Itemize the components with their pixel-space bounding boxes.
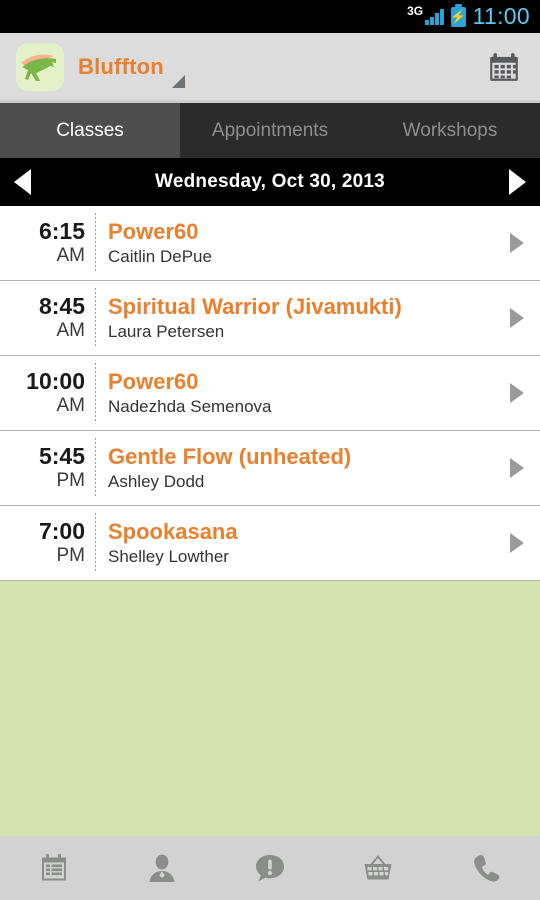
- alert-bubble-icon: [256, 855, 284, 882]
- tab-appointments-label: Appointments: [211, 119, 329, 141]
- class-time: 8:45 AM: [0, 281, 95, 355]
- class-name: Spookasana: [108, 519, 238, 545]
- bottom-navigation-bar: [0, 836, 540, 900]
- tab-classes-label: Classes: [56, 119, 124, 141]
- brand-name[interactable]: Bluffton: [78, 54, 164, 80]
- class-info: Gentle Flow (unheated) Ashley Dodd: [96, 431, 494, 505]
- tab-classes[interactable]: Classes: [0, 103, 180, 158]
- class-time-value: 6:15: [38, 218, 85, 245]
- chevron-right-icon[interactable]: [494, 431, 540, 505]
- chevron-right-icon[interactable]: [494, 506, 540, 580]
- class-info: Spookasana Shelley Lowther: [96, 506, 494, 580]
- class-instructor: Ashley Dodd: [108, 471, 205, 491]
- nav-profile-button[interactable]: [108, 852, 216, 884]
- class-instructor: Laura Petersen: [108, 321, 225, 341]
- class-time: 10:00 AM: [0, 356, 95, 430]
- app-root: 3G ⚡ 11:00 Bluffton Classes Appointments…: [0, 0, 540, 900]
- class-time-meridiem: PM: [56, 544, 86, 566]
- class-time-meridiem: AM: [56, 319, 86, 341]
- nav-alerts-button[interactable]: [216, 852, 324, 884]
- tab-workshops[interactable]: Workshops: [360, 103, 540, 158]
- class-time: 6:15 AM: [0, 206, 95, 280]
- tab-bar: Classes Appointments Workshops: [0, 103, 540, 158]
- previous-day-arrow-icon[interactable]: [14, 169, 31, 195]
- profile-person-icon: [149, 854, 175, 882]
- class-list-item[interactable]: 6:15 AM Power60 Caitlin DePue: [0, 206, 540, 281]
- signal-bars-icon: [425, 8, 444, 25]
- tab-workshops-label: Workshops: [402, 119, 498, 141]
- schedule-icon: [42, 854, 66, 881]
- class-info: Power60 Caitlin DePue: [96, 206, 494, 280]
- class-time-meridiem: AM: [56, 244, 86, 266]
- class-info: Power60 Nadezhda Semenova: [96, 356, 494, 430]
- class-instructor: Caitlin DePue: [108, 246, 212, 266]
- nav-shop-button[interactable]: [324, 852, 432, 884]
- class-name: Spiritual Warrior (Jivamukti): [108, 294, 402, 320]
- class-info: Spiritual Warrior (Jivamukti) Laura Pete…: [96, 281, 494, 355]
- current-date-label: Wednesday, Oct 30, 2013: [155, 171, 385, 192]
- chevron-right-icon[interactable]: [494, 206, 540, 280]
- calendar-button[interactable]: [482, 45, 526, 89]
- class-time-value: 8:45: [38, 293, 85, 320]
- class-name: Power60: [108, 219, 199, 245]
- network-type-label: 3G: [407, 4, 424, 18]
- class-list[interactable]: 6:15 AM Power60 Caitlin DePue 8:45 AM Sp…: [0, 206, 540, 836]
- date-navigation-bar: Wednesday, Oct 30, 2013: [0, 158, 540, 206]
- app-header: Bluffton: [0, 33, 540, 103]
- class-time: 7:00 PM: [0, 506, 95, 580]
- class-name: Power60: [108, 369, 199, 395]
- class-time-meridiem: AM: [56, 394, 86, 416]
- tab-appointments[interactable]: Appointments: [180, 103, 360, 158]
- class-time-value: 5:45: [38, 443, 85, 470]
- class-time-meridiem: PM: [56, 469, 86, 491]
- phone-icon: [474, 854, 500, 882]
- class-time-value: 10:00: [26, 368, 85, 395]
- shopping-basket-icon: [364, 855, 392, 880]
- nav-call-button[interactable]: [432, 852, 540, 884]
- chevron-right-icon[interactable]: [494, 281, 540, 355]
- chevron-right-icon[interactable]: [494, 356, 540, 430]
- class-time-value: 7:00: [38, 518, 85, 545]
- battery-charging-icon: ⚡: [450, 3, 466, 27]
- dropdown-caret-icon[interactable]: [171, 75, 185, 88]
- class-list-item[interactable]: 10:00 AM Power60 Nadezhda Semenova: [0, 356, 540, 431]
- app-logo-icon: [16, 42, 64, 91]
- nav-schedule-button[interactable]: [0, 852, 108, 884]
- status-bar: 3G ⚡ 11:00: [0, 0, 540, 33]
- class-list-item[interactable]: 8:45 AM Spiritual Warrior (Jivamukti) La…: [0, 281, 540, 356]
- class-list-item[interactable]: 5:45 PM Gentle Flow (unheated) Ashley Do…: [0, 431, 540, 506]
- class-instructor: Shelley Lowther: [108, 546, 229, 566]
- next-day-arrow-icon[interactable]: [509, 169, 526, 195]
- class-name: Gentle Flow (unheated): [108, 444, 352, 470]
- calendar-icon: [490, 52, 518, 81]
- class-time: 5:45 PM: [0, 431, 95, 505]
- status-bar-clock: 11:00: [472, 3, 530, 29]
- class-instructor: Nadezhda Semenova: [108, 396, 272, 416]
- class-list-item[interactable]: 7:00 PM Spookasana Shelley Lowther: [0, 506, 540, 581]
